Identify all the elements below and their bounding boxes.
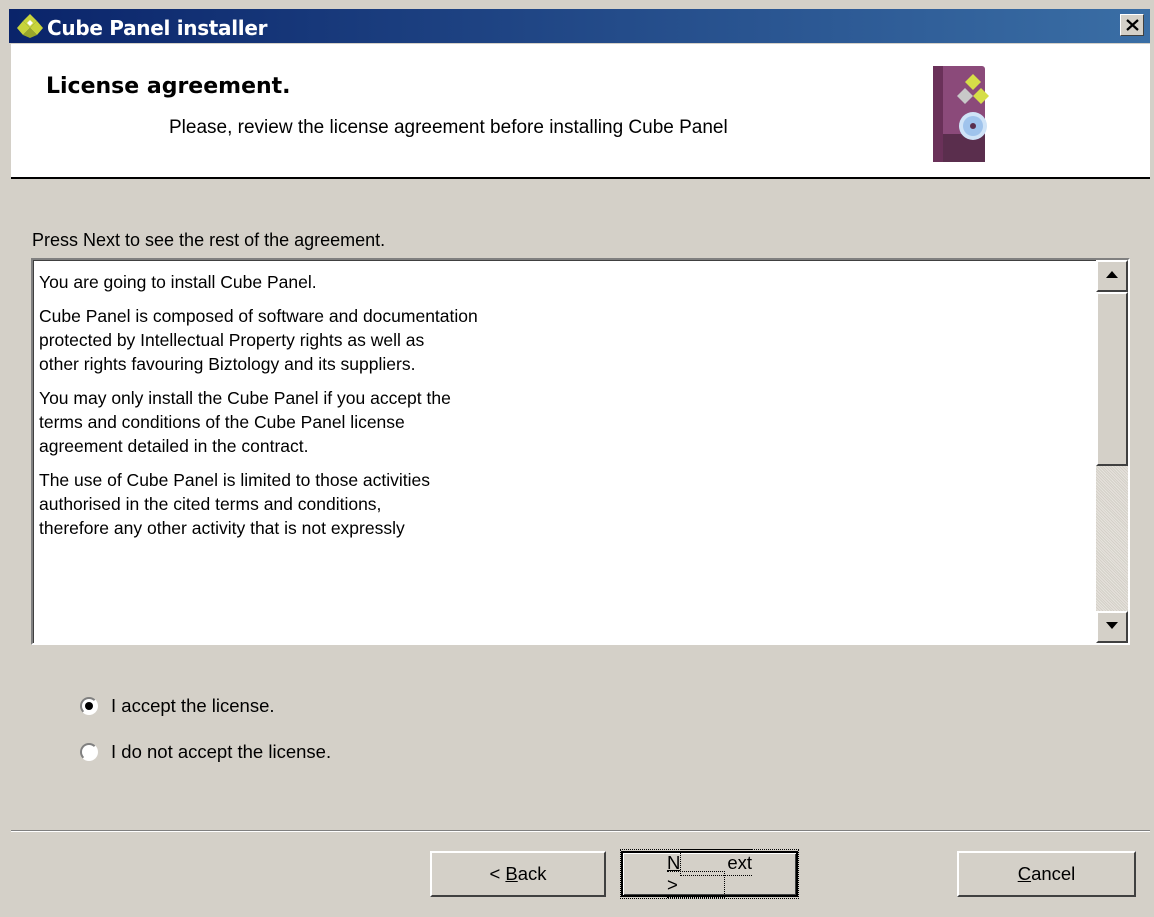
radio-selected-dot (85, 702, 93, 710)
close-button[interactable] (1120, 14, 1144, 36)
license-textbox[interactable]: You are going to install Cube Panel. Cub… (31, 258, 1130, 645)
license-paragraph: Cube Panel is composed of software and d… (39, 306, 478, 374)
decline-radio[interactable] (80, 743, 98, 761)
accept-license-option[interactable]: I accept the license. (80, 695, 275, 717)
scroll-up-button[interactable] (1096, 260, 1128, 292)
license-paragraph: You may only install the Cube Panel if y… (39, 388, 451, 456)
back-label: < Back (489, 863, 547, 884)
button-separator (11, 830, 1150, 832)
next-label: Next > (619, 849, 800, 899)
license-paragraph: The use of Cube Panel is limited to thos… (39, 470, 431, 538)
decline-label: I do not accept the license. (111, 741, 332, 762)
next-button[interactable]: Next > (619, 849, 800, 899)
page-subtitle: Please, review the license agreement bef… (169, 117, 728, 138)
vertical-scrollbar[interactable] (1096, 260, 1128, 643)
scroll-down-button[interactable] (1096, 611, 1128, 643)
title-bar[interactable]: Cube Panel installer (9, 9, 1150, 43)
license-text: You are going to install Cube Panel. Cub… (39, 270, 1089, 630)
decline-license-option[interactable]: I do not accept the license. (80, 741, 331, 763)
back-button[interactable]: < Back (430, 851, 606, 897)
arrow-down-icon (1106, 622, 1118, 629)
header-panel: License agreement. Please, review the li… (11, 44, 1150, 179)
license-paragraph: You are going to install Cube Panel. (39, 272, 317, 292)
instruction-label: Press Next to see the rest of the agreem… (32, 230, 386, 250)
window-title: Cube Panel installer (47, 16, 268, 40)
accept-radio[interactable] (80, 697, 98, 715)
accept-label: I accept the license. (111, 695, 275, 716)
installer-window: Cube Panel installer License agreement. … (0, 0, 1154, 917)
cancel-label: Cancel (1017, 863, 1076, 884)
app-cube-icon (17, 14, 43, 38)
close-icon (1126, 19, 1139, 31)
scroll-thumb[interactable] (1096, 292, 1128, 466)
page-title: License agreement. (46, 74, 291, 99)
arrow-up-icon (1106, 271, 1118, 278)
software-box-icon (933, 66, 989, 162)
cancel-button[interactable]: Cancel (957, 851, 1136, 897)
